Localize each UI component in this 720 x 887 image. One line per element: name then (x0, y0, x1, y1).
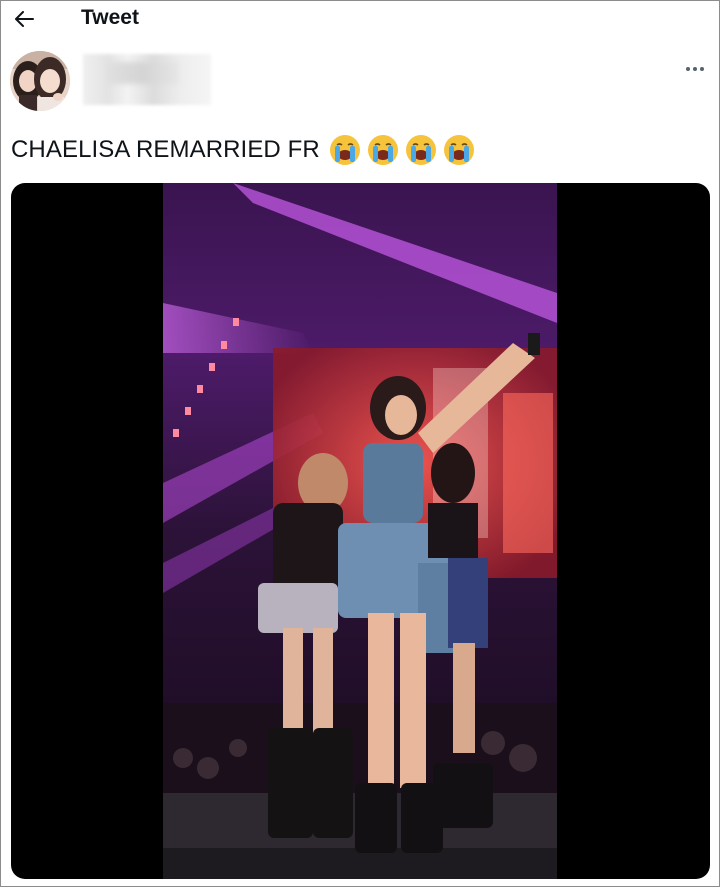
back-button[interactable] (11, 7, 37, 31)
more-horizontal-icon (686, 67, 704, 71)
tweet-text-content: CHAELISA REMARRIED FR (11, 136, 320, 163)
blurred-username (83, 54, 211, 105)
loudly-crying-face-icon (443, 135, 474, 165)
arrow-left-icon (15, 11, 34, 27)
loudly-crying-face-icon (405, 135, 436, 165)
page-title: Tweet (81, 6, 139, 29)
more-button[interactable] (683, 59, 707, 79)
tweet-text: CHAELISA REMARRIED FR (11, 132, 480, 168)
tweet-page: Tweet CHAELISA REMARRIED FR (0, 0, 720, 887)
concert-stage-photo (163, 183, 557, 879)
tweet-media[interactable] (11, 183, 710, 879)
avatar[interactable] (10, 51, 70, 111)
header-bar: Tweet (1, 1, 719, 37)
loudly-crying-face-icon (329, 135, 360, 165)
profile-photo (10, 51, 70, 111)
loudly-crying-face-icon (367, 135, 398, 165)
